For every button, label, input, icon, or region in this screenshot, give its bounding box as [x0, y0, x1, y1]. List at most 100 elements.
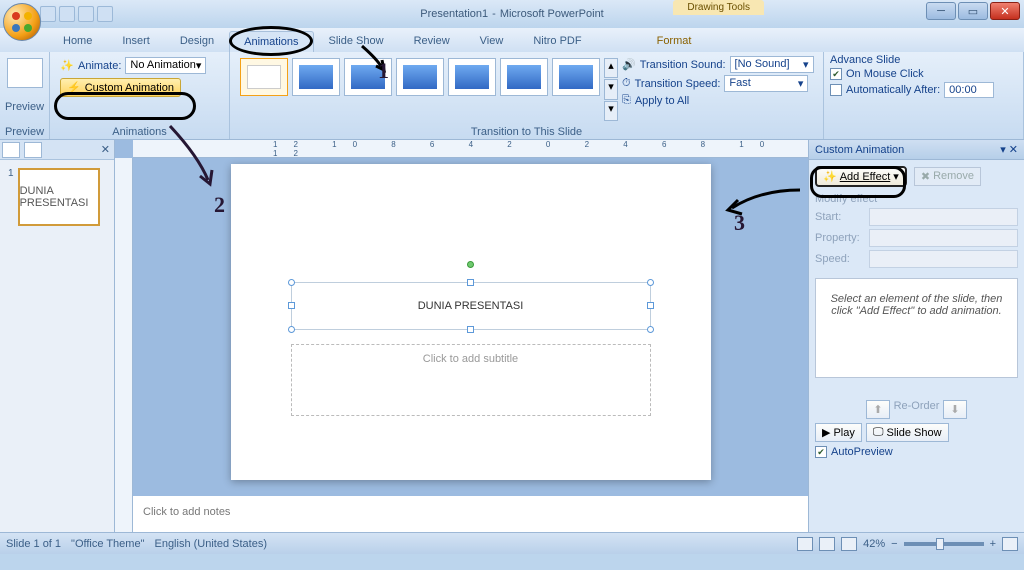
preview-button[interactable]	[7, 58, 43, 88]
reorder-up-button[interactable]: ⬆	[866, 400, 889, 419]
resize-handle[interactable]	[288, 326, 295, 333]
auto-time-spinner[interactable]: 00:00	[944, 82, 994, 98]
taskpane-close-icon[interactable]: ✕	[1009, 144, 1018, 156]
transition-item[interactable]	[292, 58, 340, 96]
rotate-handle[interactable]	[467, 261, 474, 268]
transition-item[interactable]	[448, 58, 496, 96]
transition-item[interactable]	[552, 58, 600, 96]
resize-handle[interactable]	[647, 326, 654, 333]
slideshow-view-icon[interactable]	[841, 537, 857, 551]
animate-label: Animate:	[78, 60, 121, 72]
slide-canvas[interactable]: DUNIA PRESENTASI Click to add subtitle	[133, 158, 808, 492]
taskpane-dd-icon[interactable]: ▾	[1000, 144, 1006, 156]
title-placeholder[interactable]: DUNIA PRESENTASI	[291, 282, 651, 330]
slide-number: 1	[8, 168, 14, 226]
slideshow-button[interactable]: 🖵 Slide Show	[866, 423, 949, 442]
gallery-down-icon[interactable]: ▾	[604, 79, 618, 99]
qat-undo-icon[interactable]	[59, 6, 75, 22]
reorder-label: Re-Order	[894, 400, 940, 419]
onclick-checkbox[interactable]: ✔	[830, 68, 842, 80]
sound-icon: 🔊	[622, 58, 636, 71]
transition-sound-dropdown[interactable]: [No Sound]▾	[730, 56, 814, 73]
language-indicator[interactable]: English (United States)	[154, 538, 267, 550]
transition-speed-dropdown[interactable]: Fast▾	[724, 75, 808, 92]
statusbar: Slide 1 of 1 "Office Theme" English (Uni…	[0, 532, 1024, 554]
tab-design[interactable]: Design	[165, 30, 229, 52]
gallery-up-icon[interactable]: ▴	[604, 58, 618, 78]
chevron-down-icon: ▾	[893, 170, 899, 183]
ruler-horizontal: 12 10 8 6 4 2 0 2 4 6 8 10 12	[133, 140, 808, 158]
tab-review[interactable]: Review	[399, 30, 465, 52]
transition-gallery[interactable]: ▴ ▾ ▾	[236, 54, 622, 125]
qat-save-icon[interactable]	[40, 6, 56, 22]
office-button[interactable]	[3, 3, 41, 41]
tab-view[interactable]: View	[465, 30, 519, 52]
tab-home[interactable]: Home	[48, 30, 107, 52]
reorder-down-button[interactable]: ⬇	[943, 400, 966, 419]
gallery-more-icon[interactable]: ▾	[604, 101, 618, 121]
ribbon: Preview Preview ✨ Animate: No Animation▾…	[0, 52, 1024, 140]
speed-label: Speed:	[815, 253, 865, 265]
qat-redo-icon[interactable]	[78, 6, 94, 22]
subtitle-placeholder[interactable]: Click to add subtitle	[291, 344, 651, 416]
notes-pane[interactable]: Click to add notes	[133, 492, 808, 532]
resize-handle[interactable]	[467, 279, 474, 286]
zoom-slider[interactable]	[904, 542, 984, 546]
slide[interactable]: DUNIA PRESENTASI Click to add subtitle	[231, 164, 711, 480]
outline-tab-icon[interactable]	[24, 142, 42, 158]
group-animations: ✨ Animate: No Animation▾ ⚡ Custom Animat…	[50, 52, 230, 139]
tab-insert[interactable]: Insert	[107, 30, 165, 52]
group-advance: Advance Slide ✔On Mouse Click Automatica…	[824, 52, 1024, 139]
auto-checkbox[interactable]	[830, 84, 842, 96]
tab-slideshow[interactable]: Slide Show	[314, 30, 399, 52]
resize-handle[interactable]	[467, 326, 474, 333]
zoom-in-button[interactable]: +	[990, 538, 996, 550]
autopreview-checkbox[interactable]: ✔	[815, 446, 827, 458]
zoom-value[interactable]: 42%	[863, 538, 885, 550]
minimize-button[interactable]: ─	[926, 2, 956, 20]
fit-button[interactable]	[1002, 537, 1018, 551]
play-button[interactable]: ▶ Play	[815, 423, 862, 442]
transition-none[interactable]	[240, 58, 288, 96]
transition-item[interactable]	[500, 58, 548, 96]
context-tab-drawing: Drawing Tools	[673, 0, 764, 15]
apply-icon: ⎘	[622, 94, 631, 107]
group-transition: ▴ ▾ ▾ 🔊Transition Sound:[No Sound]▾ ⏱Tra…	[230, 52, 824, 139]
close-button[interactable]: ✕	[990, 2, 1020, 20]
start-dropdown[interactable]	[869, 208, 1018, 226]
chevron-down-icon: ▾	[196, 59, 202, 72]
animate-dropdown[interactable]: No Animation▾	[125, 57, 206, 74]
speed-dropdown[interactable]	[869, 250, 1018, 268]
app-name: Microsoft PowerPoint	[500, 8, 604, 20]
apply-to-all-button[interactable]: ⎘Apply to All	[622, 94, 814, 107]
maximize-button[interactable]: ▭	[958, 2, 988, 20]
titlebar: Presentation1 - Microsoft PowerPoint Dra…	[0, 0, 1024, 28]
taskpane-title: Custom Animation	[815, 144, 904, 156]
slide-thumbnail[interactable]: 1 DUNIA PRESENTASI	[8, 168, 106, 226]
normal-view-icon[interactable]	[797, 537, 813, 551]
resize-handle[interactable]	[647, 302, 654, 309]
slide-editor: 12 10 8 6 4 2 0 2 4 6 8 10 12 DUNIA PRES…	[115, 140, 808, 532]
property-dropdown[interactable]	[869, 229, 1018, 247]
tab-nitro[interactable]: Nitro PDF	[518, 30, 596, 52]
transition-item[interactable]	[396, 58, 444, 96]
custom-animation-button[interactable]: ⚡ Custom Animation	[60, 78, 181, 97]
tab-format[interactable]: Format	[642, 30, 707, 52]
qat-dd-icon[interactable]	[97, 6, 113, 22]
resize-handle[interactable]	[288, 302, 295, 309]
resize-handle[interactable]	[647, 279, 654, 286]
group-transition-label: Transition to This Slide	[236, 125, 817, 139]
slides-tab-icon[interactable]	[2, 142, 20, 158]
resize-handle[interactable]	[288, 279, 295, 286]
slide-thumb-image[interactable]: DUNIA PRESENTASI	[18, 168, 100, 226]
start-label: Start:	[815, 211, 865, 223]
tab-animations[interactable]: Animations	[229, 31, 313, 52]
transition-item[interactable]	[344, 58, 392, 96]
add-effect-button[interactable]: ✨ Add Effect ▾	[815, 166, 907, 187]
remove-effect-button[interactable]: ✖Remove	[914, 167, 981, 186]
sorter-view-icon[interactable]	[819, 537, 835, 551]
panel-close-icon[interactable]: ✕	[101, 143, 110, 156]
onclick-label: On Mouse Click	[846, 68, 924, 80]
zoom-out-button[interactable]: −	[891, 538, 897, 550]
slide-title-text: DUNIA PRESENTASI	[418, 300, 524, 312]
